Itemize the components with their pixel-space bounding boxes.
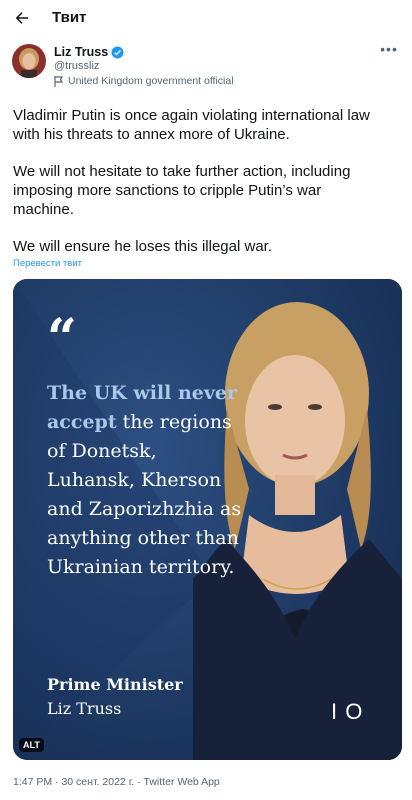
flag-icon: [54, 75, 64, 87]
back-arrow-icon[interactable]: [10, 6, 34, 30]
tweet-author: Liz Truss @trussliz United Kingdom gover…: [12, 42, 400, 88]
verified-badge-icon: [111, 46, 124, 59]
quote-rest: the regions of Donetsk, Luhansk, Kherson…: [47, 411, 242, 578]
tweet-date[interactable]: 30 сент. 2022 г.: [61, 776, 134, 788]
tweet-image[interactable]: “ The UK will never accept the regions o…: [13, 279, 402, 760]
tweet-time[interactable]: 1:47 PM: [13, 776, 52, 788]
meta-separator: ·: [134, 776, 144, 788]
top-bar: Твит: [0, 0, 412, 36]
tweet-text: Vladimir Putin is once again violating i…: [13, 106, 401, 256]
downing-street-logo: I O: [331, 699, 364, 724]
tweet-paragraph: Vladimir Putin is once again violating i…: [13, 107, 370, 143]
quote-mark: “: [47, 308, 77, 369]
tweet-paragraph: We will ensure he loses this illegal war…: [13, 238, 273, 255]
page-title: Твит: [52, 9, 87, 26]
government-label-text: United Kingdom government official: [68, 75, 234, 87]
attribution-name: Liz Truss: [47, 699, 122, 718]
tweet-source[interactable]: Twitter Web App: [144, 776, 220, 788]
alt-badge[interactable]: ALT: [19, 738, 44, 752]
tweet-paragraph: We will not hesitate to take further act…: [13, 163, 351, 218]
avatar[interactable]: [12, 44, 46, 78]
quote-statement: The UK will never accept the regions of …: [47, 379, 247, 582]
tweet-meta: 1:47 PM · 30 сент. 2022 г. · Twitter Web…: [13, 776, 220, 788]
meta-separator: ·: [52, 776, 62, 788]
government-label: United Kingdom government official: [54, 75, 234, 87]
translate-tweet-link[interactable]: Перевести твит: [13, 258, 82, 269]
attribution-title: Prime Minister: [47, 675, 183, 694]
more-dots-icon[interactable]: •••: [378, 42, 400, 60]
author-name[interactable]: Liz Truss: [54, 45, 108, 59]
author-handle[interactable]: @trussliz: [54, 60, 99, 72]
